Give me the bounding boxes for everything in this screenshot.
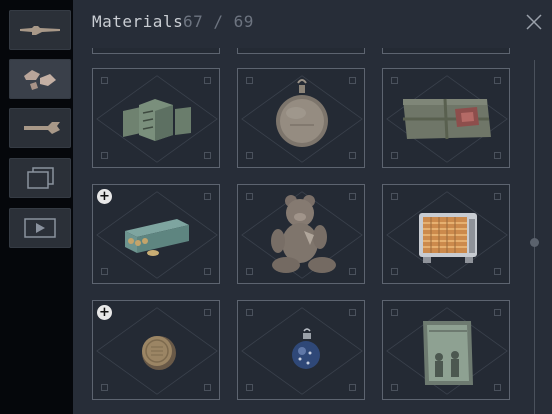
photo-frame-icon — [423, 321, 473, 385]
material-slot-pocket-watch[interactable] — [237, 68, 365, 168]
add-button[interactable]: + — [97, 305, 112, 320]
ornament-icon — [292, 328, 320, 369]
material-slot-parcel[interactable] — [382, 68, 510, 168]
material-slot-ornament[interactable] — [237, 300, 365, 400]
parcel-icon — [403, 98, 491, 140]
gallery-tab[interactable] — [9, 158, 71, 198]
material-slot-heater[interactable] — [382, 184, 510, 284]
material-slot-ammo-box[interactable]: + — [92, 184, 220, 284]
video-tab[interactable] — [9, 208, 71, 248]
tools-tab[interactable] — [9, 108, 71, 148]
coin-icon — [142, 336, 176, 370]
crates-icon — [123, 99, 191, 141]
material-slot-coin[interactable]: + — [92, 300, 220, 400]
material-slot-teddy-bear[interactable] — [237, 184, 365, 284]
pocket-watch-icon — [276, 79, 328, 147]
rifle-icon — [20, 26, 60, 35]
weapon-tab[interactable] — [9, 10, 71, 50]
slot-partial[interactable] — [92, 48, 220, 54]
add-button[interactable]: + — [97, 189, 112, 204]
material-slot-crates[interactable] — [92, 68, 220, 168]
panel-title: Materials — [92, 12, 184, 31]
materials-tab[interactable] — [9, 59, 71, 99]
slot-partial[interactable] — [382, 48, 510, 54]
scrollbar[interactable] — [534, 60, 535, 414]
scroll-thumb[interactable] — [530, 238, 539, 247]
slot-partial[interactable] — [237, 48, 365, 54]
close-icon[interactable] — [524, 12, 544, 32]
material-slot-photo-frame[interactable] — [382, 300, 510, 400]
teddy-bear-icon — [271, 195, 336, 273]
materials-panel: Materials 67 / 69 + + — [73, 0, 552, 414]
cards-icon — [27, 167, 54, 189]
materials-icon — [24, 70, 56, 90]
panel-count: 67 / 69 — [183, 12, 254, 31]
ammo-box-icon — [125, 219, 189, 256]
heater-icon — [419, 213, 477, 263]
wrench-icon — [24, 122, 60, 134]
play-icon — [24, 218, 56, 238]
